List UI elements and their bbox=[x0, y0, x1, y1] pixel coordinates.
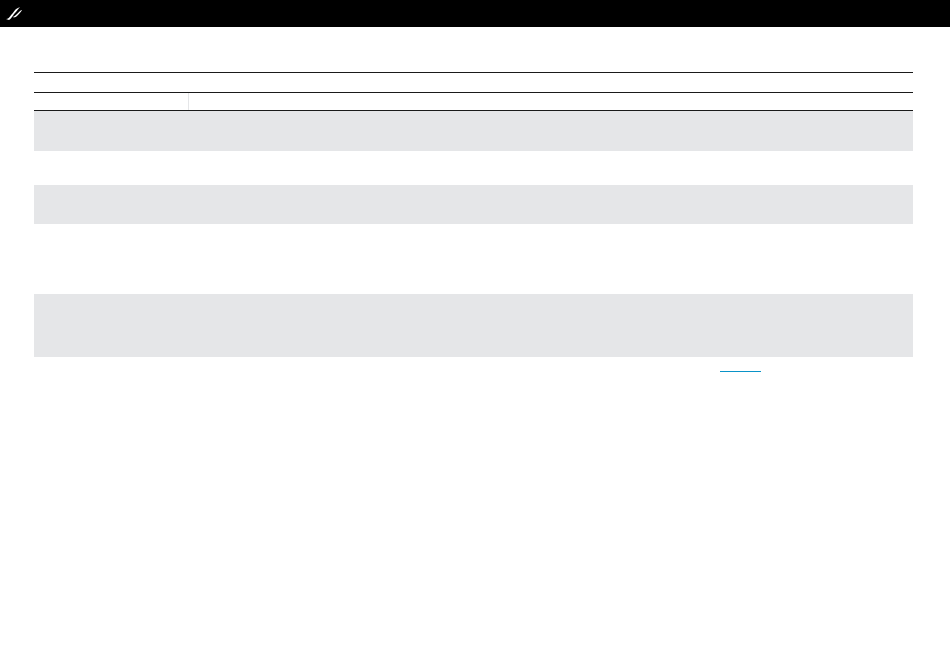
top-bar bbox=[0, 0, 950, 27]
table-row bbox=[34, 151, 913, 185]
table-header-rule bbox=[34, 92, 913, 93]
table-header-row bbox=[34, 73, 913, 92]
table-row bbox=[34, 224, 913, 294]
table-row bbox=[34, 185, 913, 224]
table-row bbox=[34, 111, 913, 151]
column-divider bbox=[188, 93, 189, 110]
brand-logo-icon[interactable] bbox=[4, 5, 24, 22]
table-row bbox=[34, 294, 913, 357]
footnote-link[interactable] bbox=[720, 371, 761, 372]
